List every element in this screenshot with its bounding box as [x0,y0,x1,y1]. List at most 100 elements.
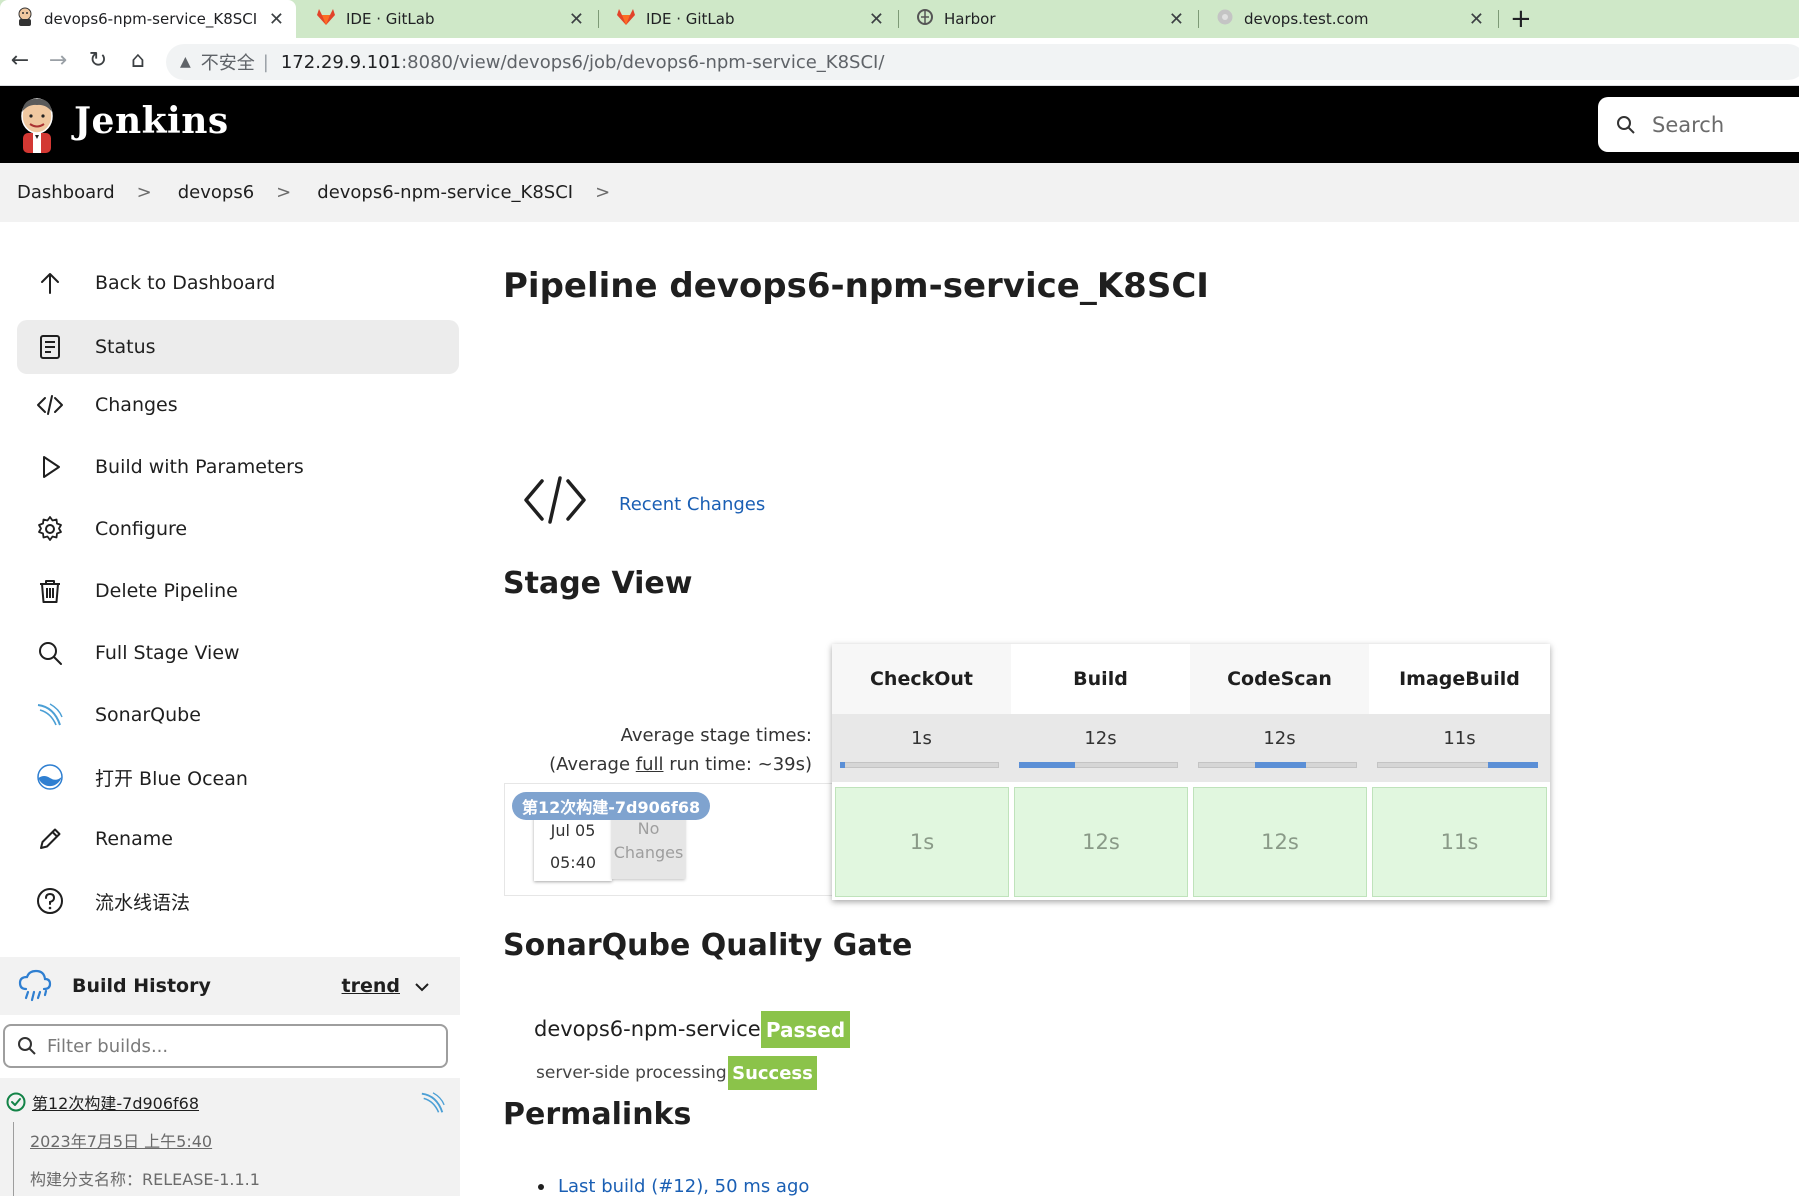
browser-tab-jenkins[interactable]: devops6-npm-service_K8SCI [Jenkins] ✕ [0,0,296,38]
browser-toolbar: ← → ↻ ⌂ ▲ 不安全 | 172.29.9.101 :8080/view/… [0,38,1799,86]
tab-title: devops.test.com [1244,10,1369,28]
home-icon[interactable]: ⌂ [124,48,152,73]
build-history-title: Build History [72,975,211,997]
sidebar-item-sonarqube[interactable]: SonarQube [17,688,459,742]
stage-average-track [840,762,999,768]
browser-tab-gitlab-1[interactable]: IDE · GitLab ✕ [300,0,596,38]
url-path: :8080/view/devops6/job/devops6-npm-servi… [401,51,885,73]
server-side-processing-label: server-side processing: [536,1063,733,1083]
close-icon[interactable]: ✕ [269,9,284,30]
chevron-right-icon[interactable]: > [137,182,152,203]
close-icon[interactable]: ✕ [869,9,884,30]
sidebar-item-status[interactable]: Status [17,320,459,374]
close-icon[interactable]: ✕ [1169,9,1184,30]
forward-arrow-icon[interactable]: → [44,48,72,73]
browser-tab-devops[interactable]: devops.test.com ✕ [1200,0,1496,38]
help-icon [35,886,65,916]
permalink-last-build[interactable]: Last build (#12), 50 ms ago [558,1176,809,1196]
sidebar-item-back-to-dashboard[interactable]: Back to Dashboard [17,256,459,310]
build-badge[interactable]: 第12次构建-7d906f68 [512,792,711,820]
server-side-processing-badge: Success [728,1056,817,1090]
arrow-up-icon [35,268,65,298]
jenkins-brand[interactable]: Jenkins [74,100,229,142]
avg-suffix: run time: ~39s) [663,754,812,775]
weather-rain-icon [18,969,52,1002]
tab-separator [898,10,899,28]
new-tab-button[interactable]: + [1510,4,1532,34]
sidebar-item-delete-pipeline[interactable]: Delete Pipeline [17,564,459,618]
insecure-label[interactable]: 不安全 [201,49,255,75]
back-arrow-icon[interactable]: ← [6,48,34,73]
trend-link[interactable]: trend [342,975,400,997]
recent-changes-link[interactable]: Recent Changes [619,494,765,515]
chevron-right-icon[interactable]: > [276,182,291,203]
no-changes-line-2: Changes [613,843,684,862]
avg-prefix: (Average [549,754,636,775]
sidebar-item-changes[interactable]: Changes [17,378,459,432]
reload-icon[interactable]: ↻ [84,48,112,73]
breadcrumb-job[interactable]: devops6-npm-service_K8SCI [317,182,573,203]
sidebar-item-rename[interactable]: Rename [17,812,459,866]
breadcrumb-devops6[interactable]: devops6 [178,182,254,203]
jenkins-logo-icon[interactable] [16,96,58,154]
close-icon[interactable]: ✕ [1469,9,1484,30]
quality-gate-badge: Passed [761,1011,850,1048]
sonarqube-icon[interactable] [420,1090,446,1116]
sidebar-item-full-stage-view[interactable]: Full Stage View [17,626,459,680]
search-icon [1617,115,1635,134]
timeline-line [13,1122,14,1196]
build-history-row: 第12次构建-7d906f68 2023年7月5日 上午5:40 构建分支名称：… [0,1078,460,1196]
search-placeholder: Search [1652,112,1725,137]
side-panel: Back to Dashboard Status Changes Build w… [0,222,460,1196]
stage-average-fill [1255,762,1307,768]
stage-average: 11s [1369,714,1550,782]
chevron-down-icon[interactable] [414,977,430,996]
build-link[interactable]: 第12次构建-7d906f68 [32,1090,199,1114]
stage-run-cell[interactable]: 12s [1014,787,1188,897]
stage-run-cell[interactable]: 1s [835,787,1009,897]
stage-average: 12s [1011,714,1190,782]
sidebar-item-blue-ocean[interactable]: 打开 Blue Ocean [17,750,459,804]
jenkins-favicon [16,7,34,31]
full-run-link[interactable]: full [636,754,664,775]
no-changes-box[interactable]: No Changes [612,813,685,879]
code-icon [35,390,65,420]
browser-tab-strip: devops6-npm-service_K8SCI [Jenkins] ✕ ID… [0,0,1799,38]
pencil-icon [35,824,65,854]
gitlab-favicon [616,8,636,30]
gear-icon [35,514,65,544]
stage-header[interactable]: CodeScan [1190,644,1369,714]
average-full-run-label: (Average full run time: ~39s) [520,754,812,775]
sidebar-item-label: Configure [95,518,188,540]
sidebar-item-configure[interactable]: Configure [17,502,459,556]
warning-icon[interactable]: ▲ [180,54,191,70]
close-icon[interactable]: ✕ [569,9,584,30]
stage-average-fill [840,762,845,768]
breadcrumb-dashboard[interactable]: Dashboard [17,182,115,203]
sidebar-item-build-with-parameters[interactable]: Build with Parameters [17,440,459,494]
stage-run-cell[interactable]: 12s [1193,787,1367,897]
search-box[interactable]: Search [1598,97,1799,152]
address-bar[interactable]: ▲ 不安全 | 172.29.9.101 :8080/view/devops6/… [166,44,1799,80]
stage-header[interactable]: Build [1011,644,1190,714]
stage-average-time: 1s [911,728,932,749]
sonar-project-link[interactable]: devops6-npm-service [534,1017,761,1041]
stage-average: 1s [832,714,1011,782]
build-date-link[interactable]: 2023年7月5日 上午5:40 [30,1128,212,1152]
sidebar-item-pipeline-syntax[interactable]: 流水线语法 [17,874,459,928]
chevron-right-icon[interactable]: > [595,182,610,203]
sidebar-item-label: Back to Dashboard [95,272,276,294]
sidebar-item-label: 打开 Blue Ocean [95,767,248,790]
filter-builds-input[interactable]: Filter builds... [3,1024,448,1068]
browser-tab-gitlab-2[interactable]: IDE · GitLab ✕ [600,0,896,38]
stage-run-cell[interactable]: 11s [1372,787,1547,897]
url-host: 172.29.9.101 [280,51,402,73]
stage-header[interactable]: CheckOut [832,644,1011,714]
sidebar-item-label: SonarQube [95,704,201,726]
stage-header[interactable]: ImageBuild [1369,644,1550,714]
run-date-box[interactable]: Jul 05 05:40 [534,813,612,881]
browser-tab-harbor[interactable]: Harbor ✕ [900,0,1196,38]
address-divider: | [262,51,269,73]
document-icon [35,332,65,362]
sonarqube-icon [35,700,65,730]
